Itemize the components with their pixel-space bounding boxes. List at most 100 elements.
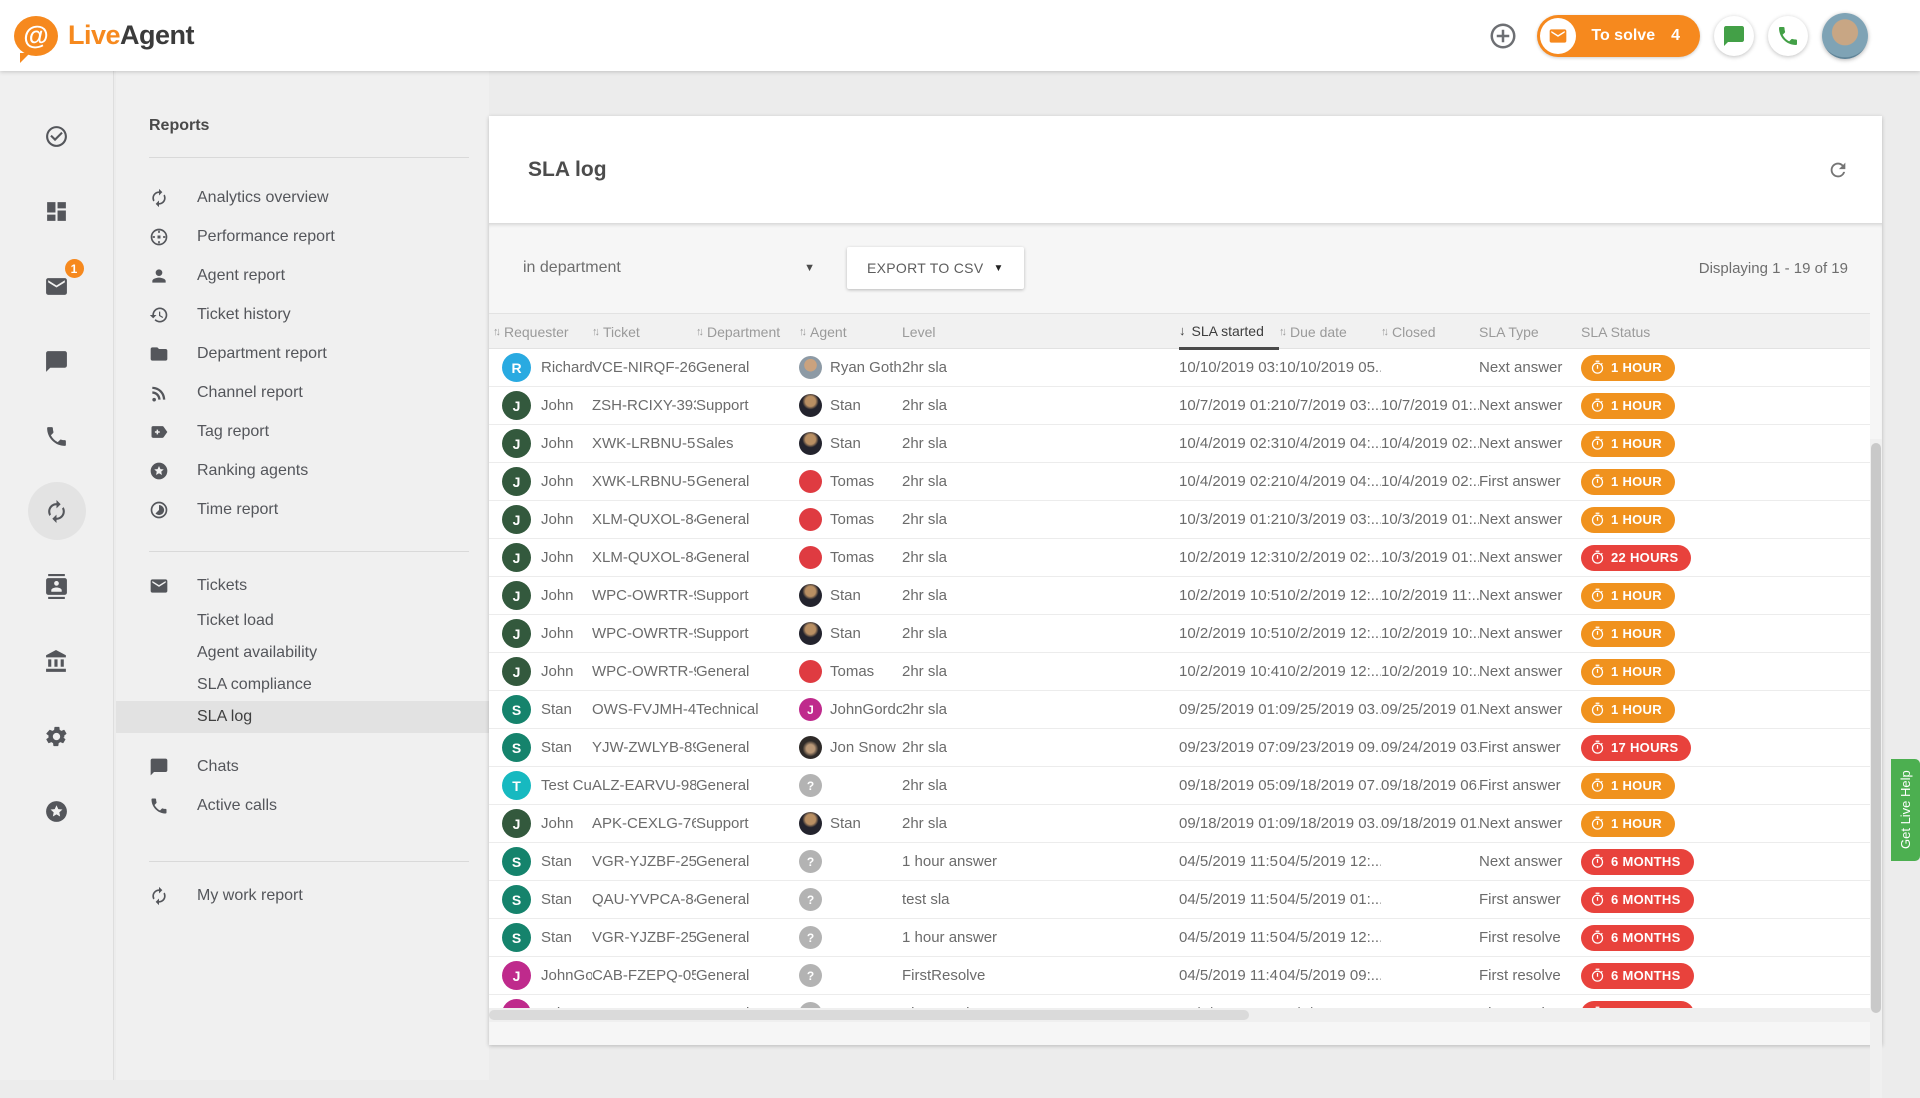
- ticket-code[interactable]: OWS-FVJMH-4...: [592, 701, 696, 718]
- nav-item-analytics-overview[interactable]: Analytics overview: [116, 178, 489, 217]
- table-row[interactable]: SStan OWS-FVJMH-4... Technical JJohnGord…: [489, 691, 1870, 729]
- agent-avatar: ?: [799, 850, 822, 873]
- ticket-code[interactable]: XWK-LRBNU-588: [592, 435, 696, 452]
- liveagent-logo[interactable]: @ LiveAgent: [14, 16, 194, 56]
- add-button[interactable]: [1483, 16, 1523, 56]
- to-solve-button[interactable]: To solve 4: [1537, 15, 1700, 57]
- scrollbar-thumb[interactable]: [1871, 443, 1881, 1013]
- sla-status-badge: 1 HOUR: [1581, 355, 1675, 381]
- nav-item-ranking-agents[interactable]: Ranking agents: [116, 451, 489, 490]
- rail-item-contacts[interactable]: [28, 557, 86, 615]
- agent-name: Tomas: [830, 549, 874, 566]
- rail-item-ratings[interactable]: [28, 782, 86, 840]
- horizontal-scrollbar[interactable]: [489, 1008, 1870, 1022]
- department-cell: General: [696, 549, 799, 566]
- table-row[interactable]: SStan YJW-ZWLYB-895 General Jon Snow 2hr…: [489, 729, 1870, 767]
- nav-subitem-ticket-load[interactable]: Ticket load: [116, 605, 489, 637]
- ticket-code[interactable]: XLM-QUXOL-848: [592, 511, 696, 528]
- agent-name: Tomas: [830, 663, 874, 680]
- department-cell: General: [696, 473, 799, 490]
- ticket-code[interactable]: VCE-NIRQF-263: [592, 359, 696, 376]
- starc-icon: [149, 461, 169, 481]
- chats-button[interactable]: [1714, 16, 1754, 56]
- scrollbar-thumb[interactable]: [489, 1010, 1249, 1020]
- nav-item-time-report[interactable]: Time report: [116, 490, 489, 529]
- ticket-code[interactable]: YJW-ZWLYB-895: [592, 739, 696, 756]
- refresh-button[interactable]: [1820, 152, 1856, 188]
- table-row[interactable]: JJohn XWK-LRBNU-588 General Tomas 2hr sl…: [489, 463, 1870, 501]
- sla-type-cell: Next answer: [1479, 815, 1581, 832]
- export-csv-button[interactable]: EXPORT TO CSV ▼: [847, 247, 1024, 289]
- nav-item-my-work-report[interactable]: My work report: [116, 876, 489, 915]
- requester-avatar: J: [502, 657, 531, 686]
- ticket-code[interactable]: VGR-YJZBF-258: [592, 929, 696, 946]
- nav-subitem-sla-compliance[interactable]: SLA compliance: [116, 669, 489, 701]
- ticket-code[interactable]: XWK-LRBNU-588: [592, 473, 696, 490]
- ticket-code[interactable]: ZSH-RCIXY-393: [592, 397, 696, 414]
- table-row[interactable]: JJohn ZSH-RCIXY-393 Support Stan 2hr sla…: [489, 387, 1870, 425]
- requester-avatar: J: [502, 467, 531, 496]
- ticket-code[interactable]: WPC-OWRTR-9...: [592, 625, 696, 642]
- rail-item-tasks[interactable]: [28, 107, 86, 165]
- sla-started-cell: 10/4/2019 02:2...: [1179, 473, 1279, 490]
- ticket-code[interactable]: APK-CEXLG-764: [592, 815, 696, 832]
- nav-item-channel-report[interactable]: Channel report: [116, 373, 489, 412]
- column-header-requester[interactable]: ↑↓Requester: [489, 314, 592, 350]
- table-row[interactable]: RRichard VCE-NIRQF-263 General Ryan Goth…: [489, 349, 1870, 387]
- column-header-agent[interactable]: ↑↓Agent: [799, 314, 902, 350]
- table-row[interactable]: TTest Customer ALZ-EARVU-980 General ? 2…: [489, 767, 1870, 805]
- department-filter-select[interactable]: in department ▼: [523, 259, 815, 277]
- nav-item-tag-report[interactable]: Tag report: [116, 412, 489, 451]
- nav-item-ticket-history[interactable]: Ticket history: [116, 295, 489, 334]
- user-avatar[interactable]: [1822, 13, 1868, 59]
- ticket-code[interactable]: ALZ-EARVU-980: [592, 777, 696, 794]
- nav-item-performance-report[interactable]: Performance report: [116, 217, 489, 256]
- table-row[interactable]: JJohn XLM-QUXOL-848 General Tomas 2hr sl…: [489, 501, 1870, 539]
- rail-item-tickets[interactable]: 1: [28, 257, 86, 315]
- calls-button[interactable]: [1768, 16, 1808, 56]
- table-row[interactable]: JJohn WPC-OWRTR-9... Support Stan 2hr sl…: [489, 615, 1870, 653]
- table-row[interactable]: SStan QAU-YVPCA-847 General ? test sla 0…: [489, 881, 1870, 919]
- nav-subitem-sla-log[interactable]: SLA log: [116, 701, 489, 733]
- ticket-code[interactable]: XLM-QUXOL-848: [592, 549, 696, 566]
- vertical-scrollbar[interactable]: [1870, 439, 1882, 1098]
- ticket-code[interactable]: QAU-YVPCA-847: [592, 891, 696, 908]
- agent-name: JohnGordon: [830, 701, 902, 718]
- column-header-closed[interactable]: ↑↓Closed: [1381, 314, 1479, 350]
- nav-subitem-agent-availability[interactable]: Agent availability: [116, 637, 489, 669]
- ticket-code[interactable]: WPC-OWRTR-9...: [592, 663, 696, 680]
- rail-item-dashboard[interactable]: [28, 182, 86, 240]
- ticket-code[interactable]: CAB-FZEPQ-056: [592, 967, 696, 984]
- nav-item-active-calls[interactable]: Active calls: [116, 786, 489, 825]
- requester-avatar: J: [502, 961, 531, 990]
- rail-item-chats[interactable]: [28, 332, 86, 390]
- table-row[interactable]: JJohn WPC-OWRTR-9... Support Stan 2hr sl…: [489, 577, 1870, 615]
- ticket-code[interactable]: WPC-OWRTR-9...: [592, 587, 696, 604]
- table-row[interactable]: JJohn APK-CEXLG-764 Support Stan 2hr sla…: [489, 805, 1870, 843]
- column-header-ticket[interactable]: ↑↓Ticket: [592, 314, 696, 350]
- rail-item-settings[interactable]: [28, 707, 86, 765]
- nav-item-department-report[interactable]: Department report: [116, 334, 489, 373]
- column-header-department[interactable]: ↑↓Department: [696, 314, 799, 350]
- table-row[interactable]: JJohn XWK-LRBNU-588 Sales Stan 2hr sla 1…: [489, 425, 1870, 463]
- closed-cell: 10/2/2019 10:...: [1381, 663, 1479, 680]
- rail-item-reports[interactable]: [28, 482, 86, 540]
- table-row[interactable]: JJohn XLM-QUXOL-848 General Tomas 2hr sl…: [489, 539, 1870, 577]
- table-row[interactable]: JJohnGordon CAB-FZEPQ-056 General ? Firs…: [489, 957, 1870, 995]
- nav-item-agent-report[interactable]: Agent report: [116, 256, 489, 295]
- chevron-down-icon: ▼: [993, 263, 1003, 274]
- column-header-due-date[interactable]: ↑↓Due date: [1279, 314, 1381, 350]
- nav-item-tickets[interactable]: Tickets: [116, 566, 489, 605]
- table-row[interactable]: JJohnGordon ELJ-UTRPP-555 General ? Firs…: [489, 995, 1870, 1008]
- rail-item-billing[interactable]: [28, 632, 86, 690]
- table-row[interactable]: SStan VGR-YJZBF-258 General ? 1 hour ans…: [489, 919, 1870, 957]
- table-row[interactable]: SStan VGR-YJZBF-258 General ? 1 hour ans…: [489, 843, 1870, 881]
- rail-item-calls[interactable]: [28, 407, 86, 465]
- get-live-help-tab[interactable]: Get Live Help: [1891, 759, 1920, 861]
- due-date-cell: 04/5/2019 09:...: [1279, 967, 1381, 984]
- table-row[interactable]: JJohn WPC-OWRTR-9... General Tomas 2hr s…: [489, 653, 1870, 691]
- nav-item-chats[interactable]: Chats: [116, 747, 489, 786]
- nav-item-label: My work report: [197, 887, 303, 905]
- column-header-sla-started[interactable]: ↓SLA started: [1179, 314, 1279, 350]
- ticket-code[interactable]: VGR-YJZBF-258: [592, 853, 696, 870]
